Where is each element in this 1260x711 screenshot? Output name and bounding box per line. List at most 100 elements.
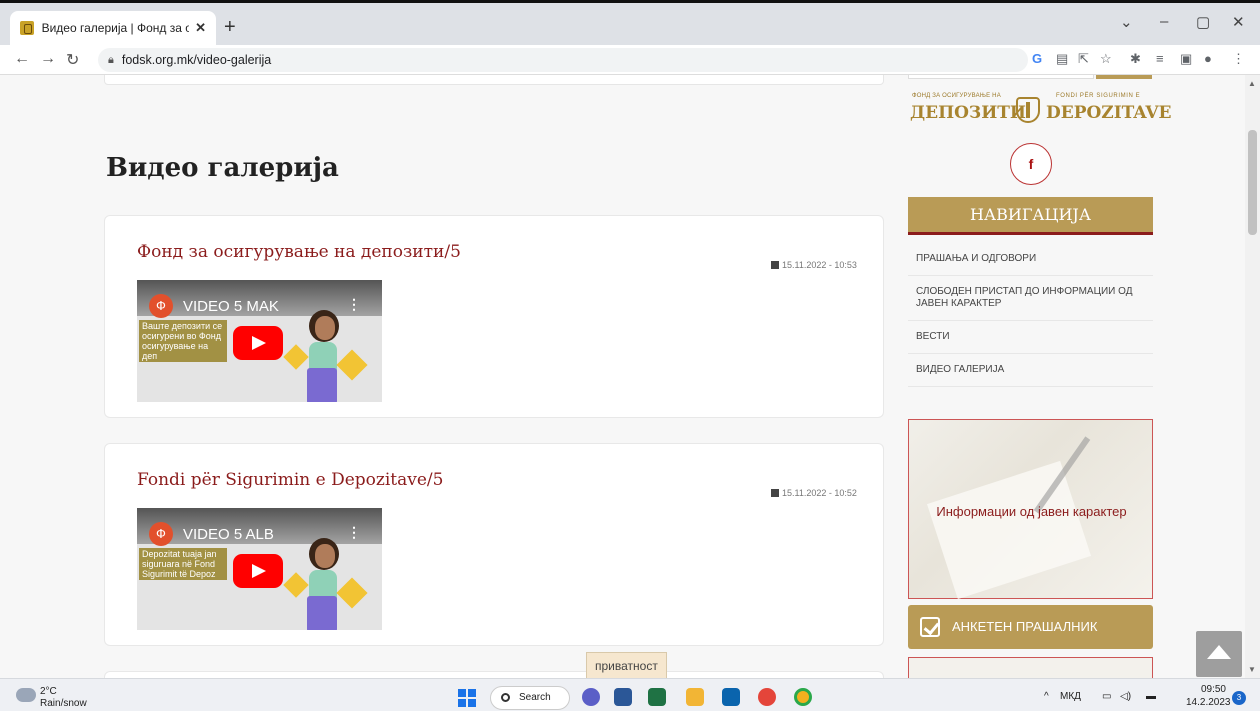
side-panel-icon[interactable]: ▣	[1180, 51, 1192, 67]
sidebar-item-news[interactable]: ВЕСТИ	[908, 321, 1153, 354]
video-date-text: 15.11.2022 - 10:52	[782, 488, 857, 498]
scroll-to-top-button[interactable]	[1196, 631, 1242, 677]
calendar-icon	[771, 261, 779, 269]
profile-avatar-icon[interactable]: ●	[1204, 51, 1212, 66]
sidebar-item-faq[interactable]: ПРАШАЊА И ОДГОВОРИ	[908, 243, 1153, 276]
tab-search-icon[interactable]: ⌄	[1120, 13, 1133, 31]
video-card: Fondi për Sigurimin e Depozitave/5 15.11…	[104, 443, 884, 646]
video-caption: Depozitat tuaja jan siguruara në Fond Si…	[139, 548, 227, 580]
navigation-heading: НАВИГАЦИЈА	[908, 197, 1153, 235]
tray-chevron-icon[interactable]: ^	[1044, 691, 1049, 702]
windows-taskbar: 2°C Rain/snow Search ^ МКД ▭ ◁) ▬ 09:50 …	[0, 678, 1260, 711]
video-date: 15.11.2022 - 10:53	[771, 260, 857, 270]
site-favicon-icon	[20, 21, 34, 35]
address-bar[interactable]: 🔒︎ fodsk.org.mk/video-galerija	[98, 48, 1028, 72]
volume-icon[interactable]: ◁)	[1120, 691, 1131, 702]
sidebar-search-button[interactable]	[1096, 75, 1152, 79]
close-window-button[interactable]: ✕	[1232, 13, 1245, 31]
bookmark-star-icon[interactable]: ☆	[1100, 51, 1112, 67]
outlook-icon[interactable]	[722, 688, 740, 706]
weather-text: Rain/snow	[40, 698, 87, 709]
youtube-video-thumbnail[interactable]: Ф VIDEO 5 ALB ⋮ Depozitat tuaja jan sigu…	[137, 508, 382, 630]
teams-icon[interactable]	[582, 688, 600, 706]
new-tab-button[interactable]: +	[224, 16, 236, 39]
video-more-icon[interactable]: ⋮	[347, 296, 361, 313]
video-title-link[interactable]: Фонд за осигурување на депозити/5	[137, 242, 461, 262]
scroll-down-icon[interactable]: ▼	[1248, 665, 1256, 674]
video-date: 15.11.2022 - 10:52	[771, 488, 857, 498]
excel-icon[interactable]	[648, 688, 666, 706]
illustration-bag	[336, 577, 368, 609]
google-icon[interactable]: G	[1032, 51, 1042, 66]
word-icon[interactable]	[614, 688, 632, 706]
url-text: fodsk.org.mk/video-galerija	[121, 53, 272, 67]
battery-icon[interactable]: ▬	[1146, 691, 1156, 702]
taskbar-search[interactable]: Search	[490, 686, 570, 710]
sidebar-nav: ПРАШАЊА И ОДГОВОРИ СЛОБОДЕН ПРИСТАП ДО И…	[908, 243, 1153, 387]
public-info-banner[interactable]: Информации од јавен карактер	[908, 419, 1153, 600]
weather-widget[interactable]: 2°C Rain/snow	[40, 686, 87, 710]
weather-icon[interactable]	[16, 688, 36, 702]
notification-badge[interactable]: 3	[1232, 691, 1246, 705]
video-more-icon[interactable]: ⋮	[347, 524, 361, 541]
video-date-text: 15.11.2022 - 10:53	[782, 260, 857, 270]
survey-button[interactable]: АНКЕТЕН ПРАШАЛНИК	[908, 605, 1153, 649]
input-language[interactable]: МКД	[1060, 691, 1081, 702]
search-icon	[501, 693, 510, 702]
page-scrollbar[interactable]: ▲ ▼	[1245, 75, 1260, 678]
tab-strip: Видео галерија | Фонд за осигу ✕ + ⌄ – ▢…	[0, 3, 1260, 45]
extensions-icon[interactable]: ✱	[1130, 51, 1141, 67]
taskbar-search-label: Search	[519, 692, 551, 703]
reload-icon[interactable]: ↻	[66, 50, 79, 70]
logo-small-right: FONDI PËR SIGURIMIN E	[1056, 93, 1141, 99]
share-icon[interactable]: ⇱	[1078, 51, 1089, 67]
lock-icon: 🔒︎	[108, 53, 114, 66]
browser-toolbar: ← → ↻ 🔒︎ fodsk.org.mk/video-galerija G ▤…	[0, 45, 1260, 75]
illustration-bag	[336, 349, 368, 381]
weather-temp: 2°C	[40, 686, 57, 697]
logo-big-right: DEPOZITAVE	[1046, 103, 1172, 123]
file-explorer-icon[interactable]	[686, 688, 704, 706]
clock-date: 14.2.2023	[1186, 697, 1231, 708]
youtube-play-icon[interactable]	[233, 326, 283, 360]
site-logo[interactable]: ФОНД ЗА ОСИГУРУВАЊЕ НА ДЕПОЗИТИ FONDI PË…	[908, 91, 1171, 131]
menu-kebab-icon[interactable]: ⋮	[1232, 51, 1245, 67]
minimize-button[interactable]: –	[1160, 13, 1168, 30]
channel-logo-icon: Ф	[149, 522, 173, 546]
chrome-icon[interactable]	[758, 688, 776, 706]
page-title: Видео галерија	[106, 153, 339, 183]
network-icon[interactable]: ▭	[1102, 691, 1111, 702]
illustration-face	[315, 544, 335, 568]
sidebar-item-public-info[interactable]: СЛОБОДЕН ПРИСТАП ДО ИНФОРМАЦИИ ОД ЈАВЕН …	[908, 276, 1153, 321]
channel-logo-icon: Ф	[149, 294, 173, 318]
video-card: Фонд за осигурување на депозити/5 15.11.…	[104, 215, 884, 418]
illustration-skirt	[307, 368, 337, 402]
emblem-icon	[1016, 97, 1040, 123]
tab-close-icon[interactable]: ✕	[195, 20, 206, 36]
video-name: VIDEO 5 MAK	[183, 298, 279, 315]
facebook-icon[interactable]: f	[1010, 143, 1052, 185]
scrollbar-thumb[interactable]	[1248, 130, 1257, 235]
forward-arrow-icon[interactable]: →	[40, 50, 56, 68]
taskbar-clock[interactable]: 09:50 14.2.2023	[1186, 683, 1231, 709]
back-arrow-icon[interactable]: ←	[14, 50, 30, 68]
maximize-button[interactable]: ▢	[1196, 13, 1210, 31]
paper-illustration	[926, 460, 1092, 600]
sidebar-item-video-gallery[interactable]: ВИДЕО ГАЛЕРИЈА	[908, 354, 1153, 387]
illustration-bag	[283, 344, 309, 370]
sidebar-search-input[interactable]	[908, 75, 1094, 79]
calendar-icon	[771, 489, 779, 497]
windows-start-icon[interactable]	[458, 689, 476, 707]
translate-icon[interactable]: ▤	[1056, 51, 1068, 67]
browser-tab[interactable]: Видео галерија | Фонд за осигу ✕	[10, 11, 216, 45]
privacy-button[interactable]: приватност	[586, 652, 667, 678]
youtube-play-icon[interactable]	[233, 554, 283, 588]
logo-big-left: ДЕПОЗИТИ	[910, 103, 1026, 123]
scroll-up-icon[interactable]: ▲	[1248, 79, 1256, 88]
chrome-profile-icon[interactable]	[794, 688, 812, 706]
illustration-face	[315, 316, 335, 340]
sidebar-next-banner	[908, 657, 1153, 678]
youtube-video-thumbnail[interactable]: Ф VIDEO 5 MAK ⋮ Ваште депозити се осигур…	[137, 280, 382, 402]
reading-list-icon[interactable]: ≡	[1156, 51, 1164, 66]
video-title-link[interactable]: Fondi për Sigurimin e Depozitave/5	[137, 470, 443, 490]
